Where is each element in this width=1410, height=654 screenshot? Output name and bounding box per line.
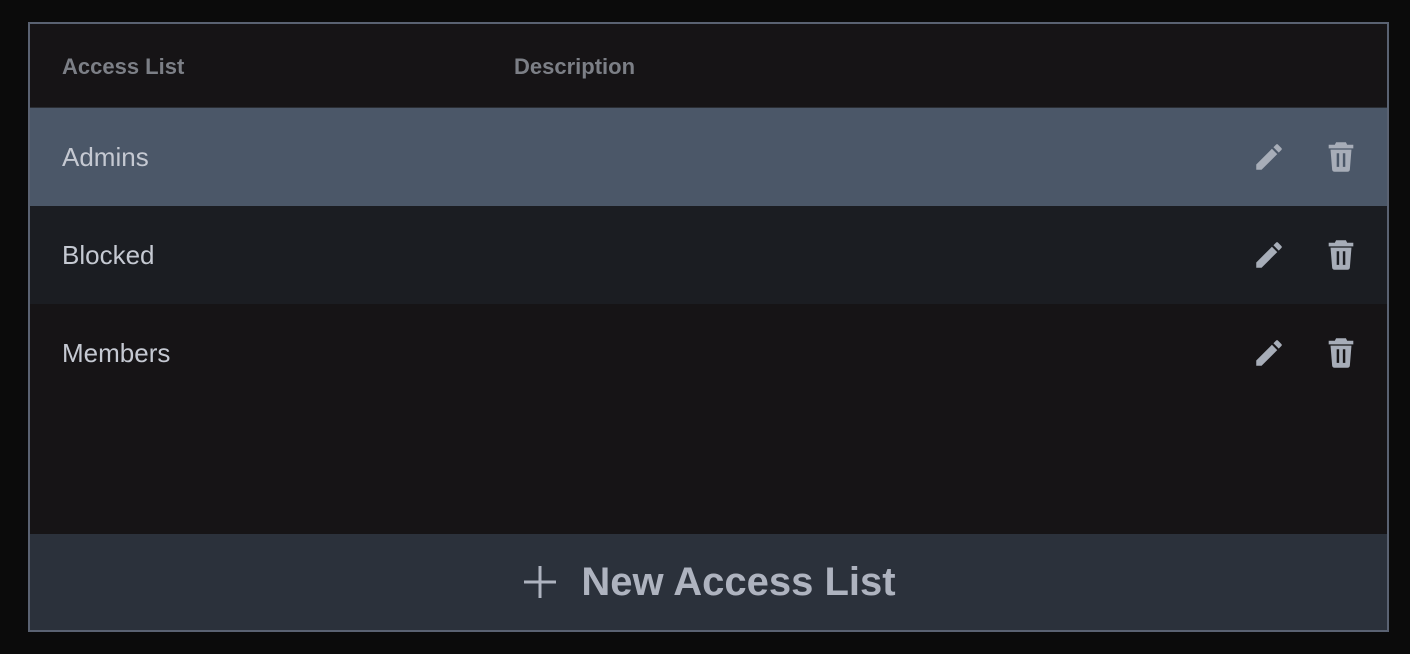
new-access-list-button[interactable]: New Access List — [30, 534, 1387, 630]
pencil-icon — [1256, 242, 1282, 268]
plus-icon — [524, 566, 557, 598]
edit-button[interactable] — [1251, 237, 1287, 273]
table-header: Access List Description — [30, 24, 1387, 108]
row-name: Members — [62, 337, 171, 368]
row-actions — [1251, 206, 1359, 304]
edit-button[interactable] — [1251, 139, 1287, 175]
row-name: Blocked — [62, 239, 155, 270]
delete-button[interactable] — [1323, 139, 1359, 175]
column-header-access-list: Access List — [62, 54, 185, 79]
edit-button[interactable] — [1251, 335, 1287, 371]
trash-icon — [1328, 240, 1354, 270]
delete-button[interactable] — [1323, 335, 1359, 371]
row-actions — [1251, 304, 1359, 402]
row-name: Admins — [62, 141, 149, 172]
delete-button[interactable] — [1323, 237, 1359, 273]
pencil-icon — [1256, 340, 1282, 366]
trash-icon — [1328, 142, 1354, 172]
table-row-members[interactable]: Members — [30, 304, 1387, 402]
row-actions — [1251, 108, 1359, 206]
table-body: Admins Blocked Members — [30, 108, 1387, 402]
column-header-description: Description — [514, 54, 636, 79]
trash-icon — [1328, 338, 1354, 368]
table-row-admins[interactable]: Admins — [30, 108, 1387, 206]
pencil-icon — [1256, 144, 1282, 170]
access-list-panel: Access List Description Admins Blocked M… — [28, 22, 1389, 632]
table-row-blocked[interactable]: Blocked — [30, 206, 1387, 304]
new-access-list-label: New Access List — [581, 559, 896, 604]
